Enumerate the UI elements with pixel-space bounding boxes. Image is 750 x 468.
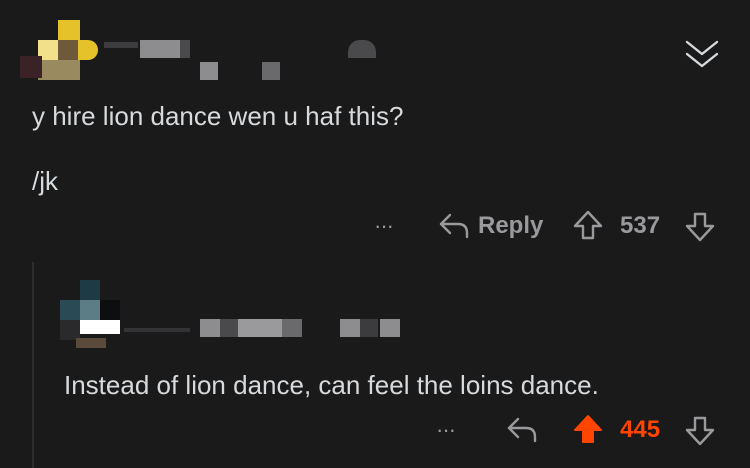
comment-1-text-line-2: /jk [32,166,58,196]
reply-button[interactable]: Reply [478,212,543,240]
more-options-button[interactable]: ··· [436,416,456,444]
vote-score: 445 [620,416,661,443]
reply-icon[interactable] [506,415,538,443]
comment-1-text-line-1: y hire lion dance wen u haf this? [32,101,404,131]
downvote-icon[interactable] [684,211,716,243]
downvote-icon[interactable] [684,415,716,447]
upvote-icon[interactable] [572,209,604,241]
thread-line[interactable] [32,262,34,468]
upvote-icon-active[interactable] [572,413,604,445]
reply-icon[interactable] [438,211,470,239]
more-options-button[interactable]: ··· [374,212,394,240]
comment-2-text: Instead of lion dance, can feel the loin… [64,370,599,400]
collapse-thread-icon[interactable] [684,38,720,72]
vote-score: 537 [620,212,661,239]
